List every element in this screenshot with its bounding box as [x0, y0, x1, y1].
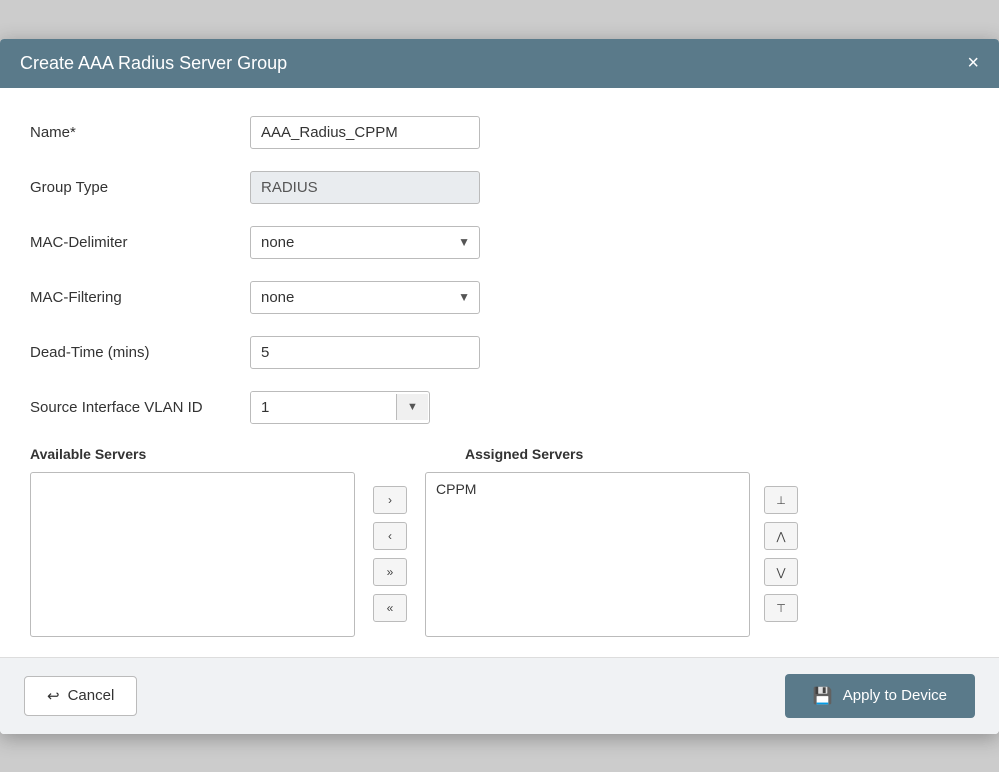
order-buttons-group: ⊥ ⋀ ⋁ ⊤ — [750, 472, 812, 637]
cancel-button[interactable]: ↩ Cancel — [24, 676, 137, 716]
available-servers-header: Available Servers — [30, 446, 355, 462]
move-left-button[interactable]: ‹ — [373, 522, 407, 550]
source-vlan-wrapper: ▼ — [250, 391, 430, 424]
source-vlan-row: Source Interface VLAN ID ▼ — [30, 391, 969, 424]
mac-filtering-label: MAC-Filtering — [30, 289, 250, 306]
save-icon: 💾 — [813, 686, 833, 706]
name-row: Name* — [30, 116, 969, 149]
apply-label: Apply to Device — [843, 687, 947, 704]
group-type-label: Group Type — [30, 179, 250, 196]
move-down-button[interactable]: ⋁ — [764, 558, 798, 586]
assigned-server-item: CPPM — [431, 478, 744, 500]
mac-delimiter-label: MAC-Delimiter — [30, 234, 250, 251]
group-type-input — [250, 171, 480, 204]
mac-delimiter-row: MAC-Delimiter none colon hyphen dot ▼ — [30, 226, 969, 259]
move-right-button[interactable]: › — [373, 486, 407, 514]
name-label: Name* — [30, 124, 250, 141]
servers-row: › ‹ » « CPPM ⊥ ⋀ ⋁ ⊤ — [30, 472, 969, 637]
close-button[interactable]: × — [967, 53, 979, 73]
create-radius-dialog: Create AAA Radius Server Group × Name* G… — [0, 39, 999, 734]
dialog-body: Name* Group Type MAC-Delimiter none colo… — [0, 88, 999, 657]
move-bottom-button[interactable]: ⊤ — [764, 594, 798, 622]
mac-filtering-select[interactable]: none enabled disabled — [250, 281, 480, 314]
transfer-buttons-group: › ‹ » « — [355, 472, 425, 637]
dialog-header: Create AAA Radius Server Group × — [0, 39, 999, 88]
move-all-right-button[interactable]: » — [373, 558, 407, 586]
cancel-icon: ↩ — [47, 687, 60, 705]
source-vlan-label: Source Interface VLAN ID — [30, 399, 250, 416]
source-vlan-dropdown-button[interactable]: ▼ — [396, 394, 428, 420]
mac-filtering-row: MAC-Filtering none enabled disabled ▼ — [30, 281, 969, 314]
dead-time-input[interactable] — [250, 336, 480, 369]
move-all-left-button[interactable]: « — [373, 594, 407, 622]
assigned-servers-header: Assigned Servers — [465, 446, 790, 462]
dead-time-label: Dead-Time (mins) — [30, 344, 250, 361]
dead-time-row: Dead-Time (mins) — [30, 336, 969, 369]
cancel-label: Cancel — [68, 687, 115, 704]
apply-to-device-button[interactable]: 💾 Apply to Device — [785, 674, 975, 718]
dialog-title: Create AAA Radius Server Group — [20, 53, 287, 74]
dialog-footer: ↩ Cancel 💾 Apply to Device — [0, 657, 999, 734]
mac-delimiter-wrapper: none colon hyphen dot ▼ — [250, 226, 480, 259]
mac-delimiter-select[interactable]: none colon hyphen dot — [250, 226, 480, 259]
servers-headers: Available Servers Assigned Servers — [30, 446, 969, 462]
servers-section: Available Servers Assigned Servers › ‹ »… — [30, 446, 969, 637]
available-servers-list[interactable] — [30, 472, 355, 637]
source-vlan-input[interactable] — [251, 392, 396, 423]
assigned-servers-list[interactable]: CPPM — [425, 472, 750, 637]
name-input[interactable] — [250, 116, 480, 149]
group-type-row: Group Type — [30, 171, 969, 204]
move-top-button[interactable]: ⊥ — [764, 486, 798, 514]
move-up-button[interactable]: ⋀ — [764, 522, 798, 550]
mac-filtering-wrapper: none enabled disabled ▼ — [250, 281, 480, 314]
